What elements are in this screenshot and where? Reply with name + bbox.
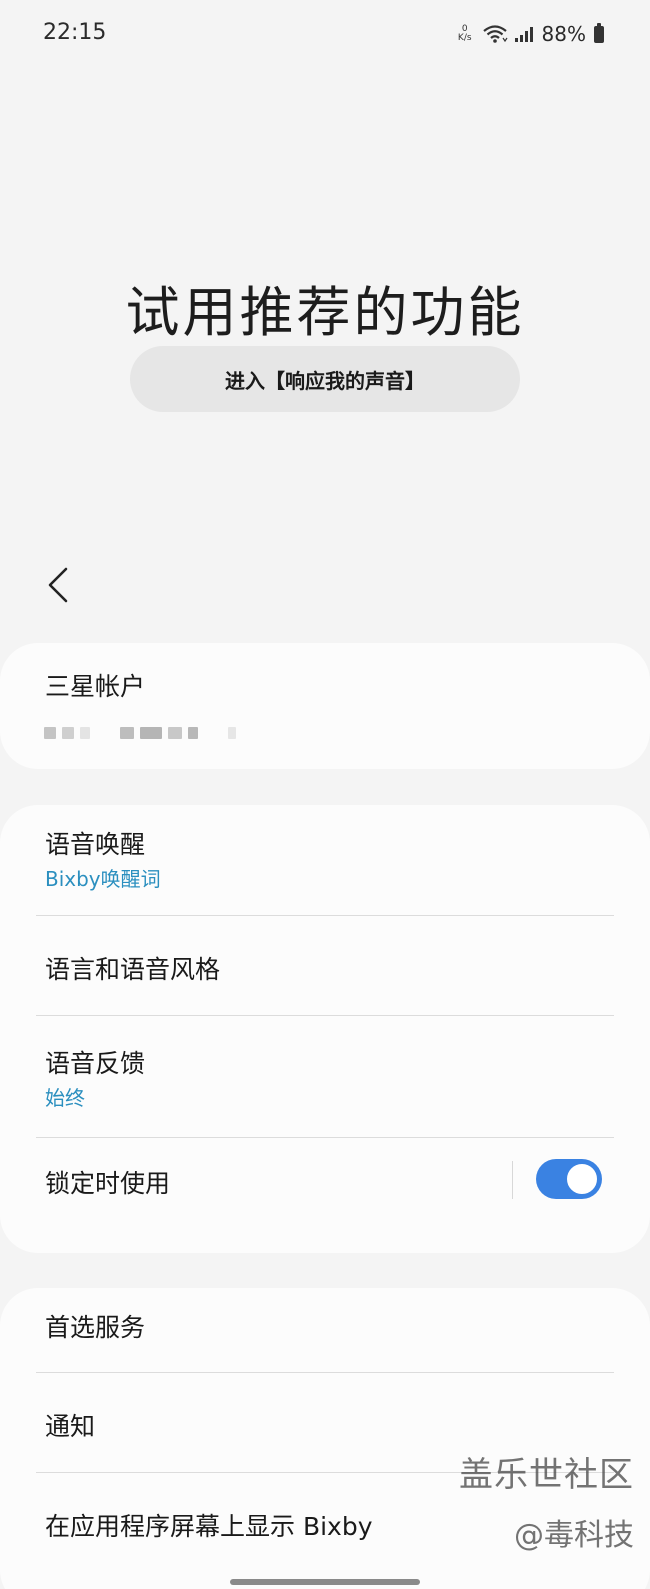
voice-wake-up-row[interactable]: 语音唤醒 Bixby唤醒词 xyxy=(0,805,650,915)
voice-wake-up-label: 语音唤醒 xyxy=(45,830,146,859)
back-button[interactable] xyxy=(38,560,78,610)
use-while-locked-label: 锁定时使用 xyxy=(45,1169,171,1198)
watermark-community: 盖乐世社区 xyxy=(459,1455,634,1495)
wifi-icon xyxy=(482,25,508,43)
account-card[interactable]: 三星帐户 xyxy=(0,643,650,769)
chevron-left-icon xyxy=(48,567,68,603)
page-title: 试用推荐的功能 xyxy=(125,281,525,344)
notifications-label: 通知 xyxy=(45,1412,96,1441)
toggle-separator xyxy=(512,1161,513,1199)
status-bar: 22:15 0 K/s 88% xyxy=(0,0,650,70)
toggle-knob xyxy=(565,1162,599,1196)
watermark-author: @毒科技 xyxy=(514,1518,634,1553)
battery-percent: 88% xyxy=(541,22,586,46)
home-indicator[interactable] xyxy=(230,1579,420,1585)
clock: 22:15 xyxy=(43,20,107,45)
voice-settings-card: 语音唤醒 Bixby唤醒词 语言和语音风格 语音反馈 始终 锁定时使用 xyxy=(0,805,650,1253)
voice-wake-up-value: Bixby唤醒词 xyxy=(45,867,161,891)
try-voice-feature-button[interactable]: 进入【响应我的声音】 xyxy=(130,346,520,412)
language-style-label: 语言和语音风格 xyxy=(45,955,221,984)
network-speed: 0 K/s xyxy=(458,25,472,43)
preferred-services-label: 首选服务 xyxy=(45,1313,146,1342)
use-while-locked-row[interactable]: 锁定时使用 xyxy=(0,1138,650,1223)
account-email-blurred xyxy=(44,727,242,739)
show-bixby-on-apps-label: 在应用程序屏幕上显示 Bixby xyxy=(45,1512,373,1541)
language-style-row[interactable]: 语言和语音风格 xyxy=(0,916,650,1015)
signal-icon xyxy=(514,27,533,42)
voice-feedback-row[interactable]: 语音反馈 始终 xyxy=(0,1016,650,1137)
bixby-settings-screen: 22:15 0 K/s 88% 试用推荐的功能 进入【响应我的声音】 三星帐户 … xyxy=(0,0,650,1589)
battery-icon xyxy=(594,22,604,43)
network-speed-unit: K/s xyxy=(457,33,472,43)
voice-feedback-label: 语音反馈 xyxy=(45,1049,146,1078)
preferred-services-row[interactable]: 首选服务 xyxy=(0,1288,650,1372)
status-icons: 0 K/s 88% xyxy=(458,20,604,48)
use-while-locked-toggle[interactable] xyxy=(536,1159,602,1199)
samsung-account-label: 三星帐户 xyxy=(45,672,146,701)
voice-feedback-value: 始终 xyxy=(45,1086,85,1110)
